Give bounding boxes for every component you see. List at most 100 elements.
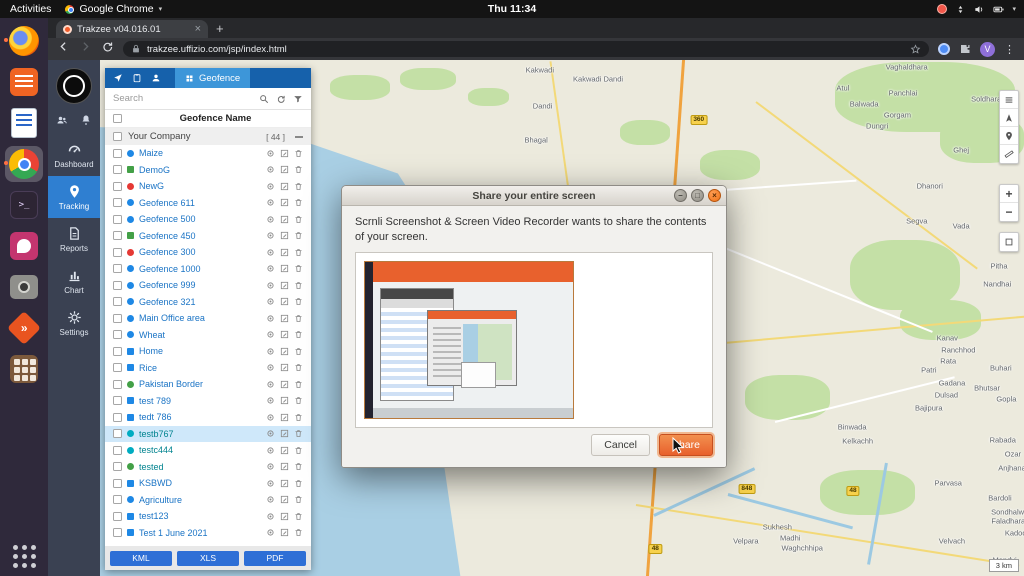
row-checkbox[interactable] [113, 165, 122, 174]
app-grid-button[interactable] [13, 545, 36, 568]
map-locate-button[interactable] [1000, 109, 1018, 127]
geofence-row[interactable]: DemoG [105, 162, 311, 179]
new-tab-button[interactable]: + [216, 21, 224, 38]
map-marker-button[interactable] [1000, 127, 1018, 145]
edit-icon[interactable] [280, 149, 289, 158]
locate-on-map-icon[interactable] [266, 330, 275, 339]
row-checkbox[interactable] [113, 446, 122, 455]
geofence-row[interactable]: Rice [105, 360, 311, 377]
edit-icon[interactable] [280, 231, 289, 240]
map-measure-button[interactable] [1000, 145, 1018, 163]
edit-icon[interactable] [280, 182, 289, 191]
edit-icon[interactable] [280, 396, 289, 405]
edit-icon[interactable] [280, 380, 289, 389]
minimize-button[interactable]: – [674, 189, 687, 202]
sidebar-item-chart[interactable]: Chart [48, 260, 100, 302]
edit-icon[interactable] [280, 215, 289, 224]
delete-icon[interactable] [294, 248, 303, 257]
collapse-icon[interactable] [295, 136, 303, 138]
locate-on-map-icon[interactable] [266, 182, 275, 191]
edit-icon[interactable] [280, 429, 289, 438]
locate-on-map-icon[interactable] [266, 198, 275, 207]
geofence-row[interactable]: Geofence 500 [105, 211, 311, 228]
maximize-button[interactable]: □ [691, 189, 704, 202]
edit-icon[interactable] [280, 528, 289, 537]
edit-icon[interactable] [280, 512, 289, 521]
tab-drivers-icon[interactable] [151, 73, 161, 83]
delete-icon[interactable] [294, 495, 303, 504]
locate-on-map-icon[interactable] [266, 380, 275, 389]
geofence-row[interactable]: Geofence 611 [105, 195, 311, 212]
locate-on-map-icon[interactable] [266, 396, 275, 405]
delete-icon[interactable] [294, 198, 303, 207]
geofence-row[interactable]: Geofence 1000 [105, 261, 311, 278]
geofence-row[interactable]: Home [105, 343, 311, 360]
geofence-row[interactable]: NewG [105, 178, 311, 195]
geofence-row[interactable]: testb767 [105, 426, 311, 443]
edit-icon[interactable] [280, 347, 289, 356]
delete-icon[interactable] [294, 528, 303, 537]
edit-icon[interactable] [280, 248, 289, 257]
locate-on-map-icon[interactable] [266, 215, 275, 224]
search-icon[interactable] [259, 94, 269, 104]
tab-objects-icon[interactable] [132, 73, 142, 83]
filter-funnel-icon[interactable] [293, 94, 303, 104]
search-input[interactable] [113, 93, 252, 104]
edit-icon[interactable] [280, 413, 289, 422]
app-menu-button[interactable]: Google Chrome ▾ [65, 3, 162, 15]
edit-icon[interactable] [280, 297, 289, 306]
geofence-row[interactable]: test 789 [105, 393, 311, 410]
locate-on-map-icon[interactable] [266, 512, 275, 521]
row-checkbox[interactable] [113, 363, 122, 372]
dock-transfer[interactable]: » [5, 310, 43, 346]
row-checkbox[interactable] [113, 182, 122, 191]
geofence-row[interactable]: KSBWD [105, 475, 311, 492]
geofence-row[interactable]: Maize [105, 145, 311, 162]
delete-icon[interactable] [294, 479, 303, 488]
locate-on-map-icon[interactable] [266, 248, 275, 257]
sidebar-item-dashboard[interactable]: Dashboard [48, 134, 100, 176]
extensions-puzzle-icon[interactable] [959, 43, 971, 55]
edit-icon[interactable] [280, 281, 289, 290]
geofence-row[interactable]: Agriculture [105, 492, 311, 509]
sidebar-item-settings[interactable]: Settings [48, 302, 100, 344]
geofence-row[interactable]: Pakistan Border [105, 376, 311, 393]
delete-icon[interactable] [294, 347, 303, 356]
clock[interactable]: Thu 11:34 [488, 3, 536, 15]
dock-calculator[interactable] [5, 351, 43, 387]
locate-on-map-icon[interactable] [266, 363, 275, 372]
browser-tab[interactable]: Trakzee v04.016.01 × [56, 20, 208, 38]
row-checkbox[interactable] [113, 413, 122, 422]
delete-icon[interactable] [294, 363, 303, 372]
row-checkbox[interactable] [113, 528, 122, 537]
locate-on-map-icon[interactable] [266, 264, 275, 273]
sidebar-item-tracking[interactable]: Tracking [48, 176, 100, 218]
delete-icon[interactable] [294, 396, 303, 405]
locate-on-map-icon[interactable] [266, 314, 275, 323]
tab-geofence[interactable]: Geofence [175, 68, 250, 88]
geofence-row[interactable]: Geofence 321 [105, 294, 311, 311]
row-checkbox[interactable] [113, 149, 122, 158]
dock-image-tool[interactable] [5, 228, 43, 264]
delete-icon[interactable] [294, 429, 303, 438]
locate-on-map-icon[interactable] [266, 297, 275, 306]
geofence-row[interactable]: test123 [105, 508, 311, 525]
delete-icon[interactable] [294, 215, 303, 224]
row-checkbox[interactable] [113, 347, 122, 356]
row-checkbox[interactable] [113, 264, 122, 273]
locate-on-map-icon[interactable] [266, 347, 275, 356]
row-checkbox[interactable] [113, 512, 122, 521]
locate-on-map-icon[interactable] [266, 149, 275, 158]
locate-on-map-icon[interactable] [266, 446, 275, 455]
edit-icon[interactable] [280, 446, 289, 455]
delete-icon[interactable] [294, 446, 303, 455]
locate-on-map-icon[interactable] [266, 281, 275, 290]
delete-icon[interactable] [294, 165, 303, 174]
edit-icon[interactable] [280, 330, 289, 339]
row-checkbox[interactable] [113, 479, 122, 488]
row-checkbox[interactable] [113, 330, 122, 339]
geofence-row[interactable]: Geofence 999 [105, 277, 311, 294]
bookmark-star-icon[interactable] [910, 44, 921, 55]
delete-icon[interactable] [294, 413, 303, 422]
row-checkbox[interactable] [113, 314, 122, 323]
